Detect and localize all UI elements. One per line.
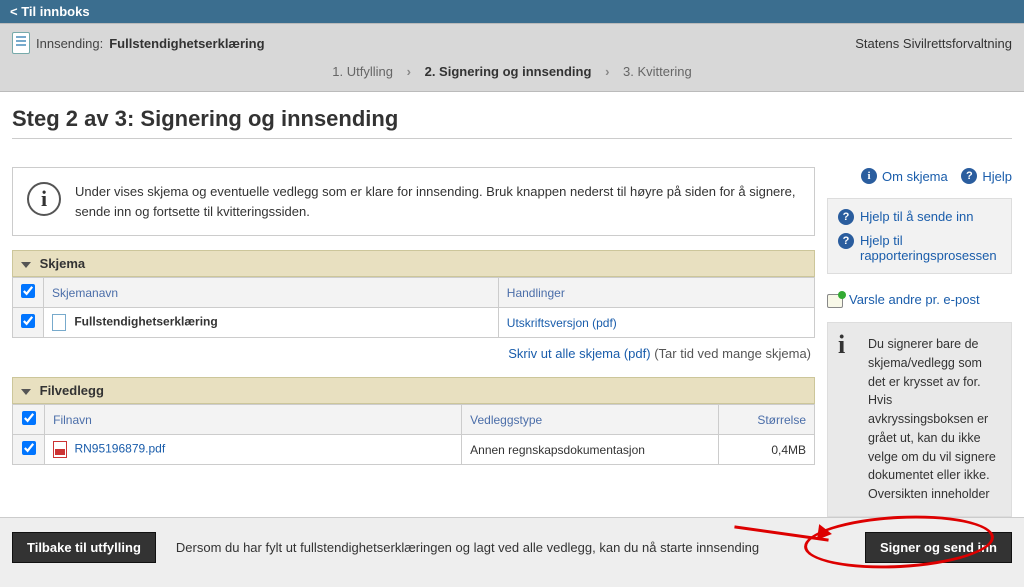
info-icon: i (838, 335, 860, 357)
filvedlegg-col-type[interactable]: Vedleggstype (462, 405, 719, 435)
document-icon (52, 314, 66, 331)
hjelp-link[interactable]: Hjelp (982, 169, 1012, 184)
page-heading-prefix: Steg 2 av 3: (12, 106, 134, 131)
filvedlegg-size: 0,4MB (718, 435, 814, 465)
email-notify-icon (827, 294, 843, 308)
topbar: < Til innboks (0, 0, 1024, 23)
help-icon: ? (838, 233, 854, 249)
filvedlegg-col-name[interactable]: Filnavn (45, 405, 462, 435)
sign-and-send-button[interactable]: Signer og send inn (865, 532, 1012, 563)
skjema-panel-header[interactable]: Skjema (12, 250, 815, 277)
skjema-row-checkbox[interactable] (21, 314, 35, 328)
collapse-icon (21, 262, 31, 268)
chevron-icon: › (601, 64, 613, 79)
back-to-filling-button[interactable]: Tilbake til utfylling (12, 532, 156, 563)
footer-instruction-text: Dersom du har fylt ut fullstendighetserk… (176, 532, 845, 558)
info-icon: i (27, 182, 61, 216)
print-all-link[interactable]: Skriv ut alle skjema (pdf) (508, 346, 650, 361)
step-indicator: 1. Utfylling › 2. Signering og innsendin… (12, 64, 1012, 79)
skjema-col-actions[interactable]: Handlinger (498, 278, 814, 308)
print-all-note: (Tar tid ved mange skjema) (654, 346, 811, 361)
skjema-row: Fullstendighetserklæring Utskriftsversjo… (13, 308, 815, 338)
filvedlegg-panel-title: Filvedlegg (40, 383, 104, 398)
print-all-row: Skriv ut alle skjema (pdf) (Tar tid ved … (12, 338, 815, 377)
help-icon: ? (961, 168, 977, 184)
info-text: Under vises skjema og eventuelle vedlegg… (75, 182, 800, 221)
document-icon (12, 32, 30, 54)
filvedlegg-row: RN95196879.pdf Annen regnskapsdokumentas… (13, 435, 815, 465)
filvedlegg-row-checkbox[interactable] (22, 441, 36, 455)
step-1[interactable]: 1. Utfylling (326, 64, 399, 79)
help-send-link[interactable]: Hjelp til å sende inn (860, 209, 973, 225)
print-version-link[interactable]: Utskriftsversjon (pdf) (507, 316, 617, 330)
skjema-col-name[interactable]: Skjemanavn (44, 278, 499, 308)
pdf-icon (53, 441, 67, 458)
footer-bar: Tilbake til utfylling Dersom du har fylt… (0, 517, 1024, 587)
help-reporting-link[interactable]: Hjelp til rapporteringsprosessen (860, 233, 1001, 263)
help-icon: ? (838, 209, 854, 225)
om-skjema-link[interactable]: Om skjema (882, 169, 948, 184)
skjema-col-check (13, 278, 44, 308)
filvedlegg-panel-header[interactable]: Filvedlegg (12, 377, 815, 404)
signing-info-text: Du signerer bare de skjema/vedlegg som d… (868, 335, 1001, 504)
filvedlegg-table: Filnavn Vedleggstype Størrelse RN9519687… (12, 404, 815, 465)
info-icon: i (861, 168, 877, 184)
header-title-value: Fullstendighetserklæring (109, 36, 264, 51)
chevron-icon: › (403, 64, 415, 79)
step-3: 3. Kvittering (617, 64, 698, 79)
skjema-panel-title: Skjema (40, 256, 86, 271)
skjema-name: Fullstendighetserklæring (74, 315, 217, 329)
filvedlegg-col-size[interactable]: Størrelse (718, 405, 814, 435)
signing-info-panel: i Du signerer bare de skjema/vedlegg som… (827, 322, 1012, 517)
skjema-select-all-checkbox[interactable] (21, 284, 35, 298)
notify-others-link[interactable]: Varsle andre pr. e-post (849, 292, 980, 308)
filename-link[interactable]: RN95196879.pdf (74, 442, 165, 456)
info-box: i Under vises skjema og eventuelle vedle… (12, 167, 815, 236)
filvedlegg-select-all-checkbox[interactable] (22, 411, 36, 425)
skjema-table: Skjemanavn Handlinger Fullstendighetserk… (12, 277, 815, 338)
back-to-inbox-link[interactable]: < Til innboks (10, 4, 90, 19)
page-heading: Steg 2 av 3: Signering og innsending (12, 106, 1012, 139)
organization-label: Statens Sivilrettsforvaltning (855, 36, 1012, 51)
filvedlegg-col-check (13, 405, 45, 435)
collapse-icon (21, 389, 31, 395)
filvedlegg-type: Annen regnskapsdokumentasjon (462, 435, 719, 465)
step-2: 2. Signering og innsending (419, 64, 598, 79)
header-area: Innsending: Fullstendighetserklæring Sta… (0, 23, 1024, 92)
header-title-label: Innsending: (36, 36, 103, 51)
page-heading-bold: Signering og innsending (140, 106, 398, 131)
